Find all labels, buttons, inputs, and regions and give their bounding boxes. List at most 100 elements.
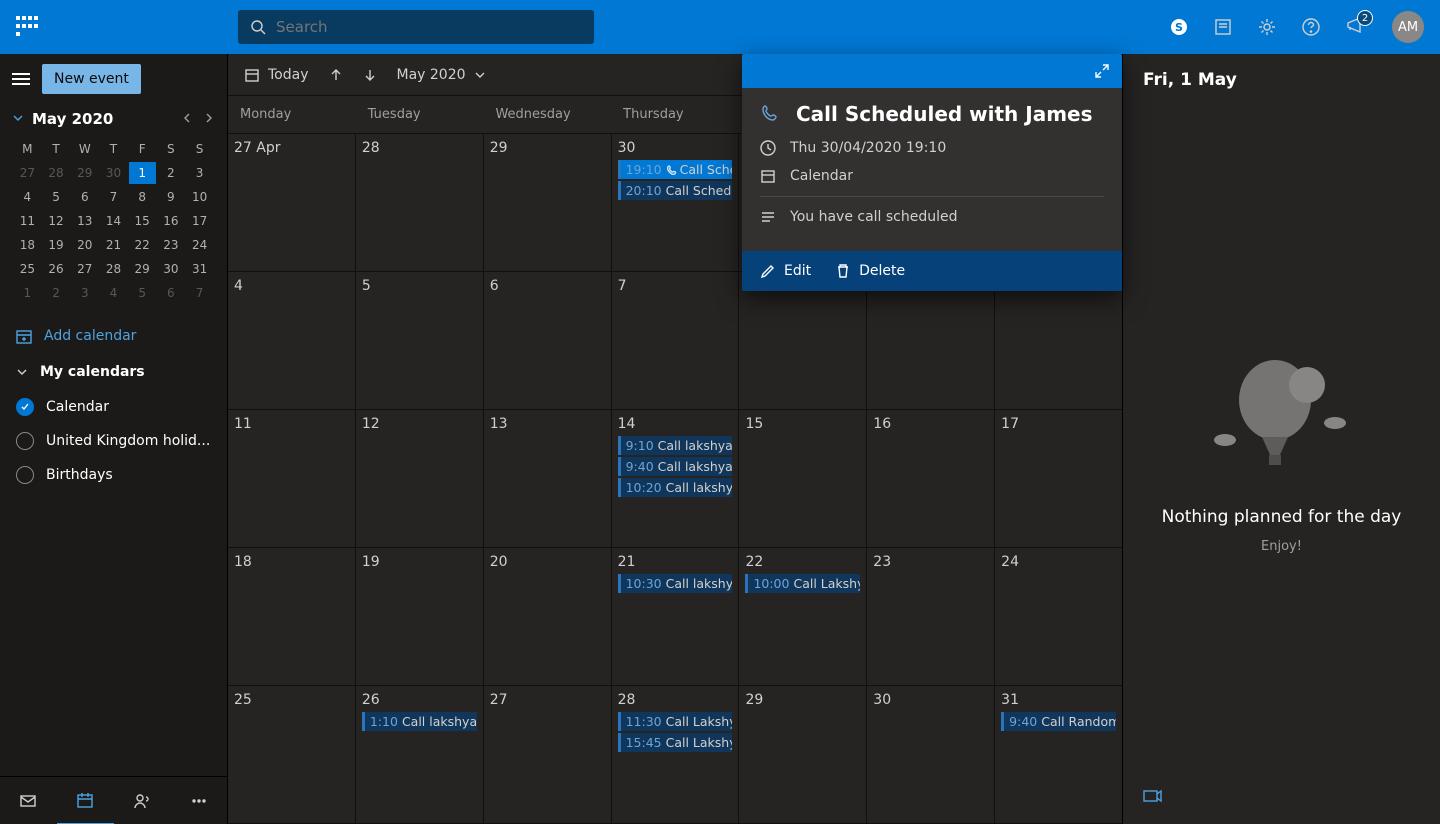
search-field[interactable]	[238, 10, 594, 44]
mini-prev-icon[interactable]	[183, 110, 195, 128]
mini-day[interactable]: 4	[100, 282, 127, 304]
calendar-event[interactable]: 10:30Call lakshya p	[618, 574, 733, 593]
delete-button[interactable]: Delete	[835, 263, 905, 279]
mini-day[interactable]: 26	[43, 258, 70, 280]
day-cell[interactable]: 30	[867, 686, 995, 823]
day-cell[interactable]: 12	[356, 410, 484, 547]
immersive-reader-icon[interactable]	[1143, 788, 1163, 808]
mini-day[interactable]: 2	[43, 282, 70, 304]
mini-day[interactable]: 23	[158, 234, 185, 256]
mini-day[interactable]: 27	[71, 258, 98, 280]
notes-icon[interactable]	[1214, 18, 1232, 36]
day-cell[interactable]: 7	[612, 272, 740, 409]
calendar-event[interactable]: 20:10Call Scheduled with James	[618, 181, 733, 200]
calendar-toggle[interactable]: Calendar	[0, 390, 227, 424]
app-launcher-icon[interactable]	[16, 16, 38, 38]
mini-day[interactable]: 12	[43, 210, 70, 232]
people-icon[interactable]	[114, 777, 171, 824]
day-cell[interactable]: 18	[228, 548, 356, 685]
day-cell[interactable]: 25	[228, 686, 356, 823]
day-cell[interactable]: 2210:00Call Lakshya	[739, 548, 867, 685]
day-cell[interactable]: 3019:10Call Scheduled with James20:10Cal…	[612, 134, 740, 271]
mini-day[interactable]: 19	[43, 234, 70, 256]
day-cell[interactable]: 27 Apr	[228, 134, 356, 271]
calendar-event[interactable]: 1:10Call lakshya pa	[362, 712, 477, 731]
new-event-button[interactable]: New event	[42, 64, 141, 94]
day-cell[interactable]: 9	[867, 272, 995, 409]
mini-day[interactable]: 31	[186, 258, 213, 280]
mail-icon[interactable]	[0, 777, 57, 824]
mini-day[interactable]: 2	[158, 162, 185, 184]
mini-day[interactable]: 21	[100, 234, 127, 256]
calendar-event[interactable]: 19:10Call Scheduled with James	[618, 160, 733, 179]
mini-day[interactable]: 15	[129, 210, 156, 232]
more-icon[interactable]	[170, 777, 227, 824]
mini-day[interactable]: 30	[158, 258, 185, 280]
skype-icon[interactable]: S	[1170, 18, 1188, 36]
mini-day[interactable]: 22	[129, 234, 156, 256]
mini-day[interactable]: 27	[14, 162, 41, 184]
calendar-toggle[interactable]: Birthdays	[0, 458, 227, 492]
mini-day[interactable]: 24	[186, 234, 213, 256]
day-cell[interactable]: 261:10Call lakshya pa	[356, 686, 484, 823]
day-cell[interactable]: 29	[739, 686, 867, 823]
expand-icon[interactable]	[1094, 63, 1110, 79]
calendar-event[interactable]: 15:45Call Lakshya	[618, 733, 733, 752]
calendar-event[interactable]: 9:10Call lakshya pa	[618, 436, 733, 455]
mini-day[interactable]: 29	[71, 162, 98, 184]
mini-day[interactable]: 3	[71, 282, 98, 304]
search-input[interactable]	[276, 18, 470, 36]
mini-day[interactable]: 3	[186, 162, 213, 184]
day-cell[interactable]: 6	[484, 272, 612, 409]
mini-day[interactable]: 7	[100, 186, 127, 208]
help-icon[interactable]	[1302, 18, 1320, 36]
mini-day[interactable]: 4	[14, 186, 41, 208]
nav-toggle-button[interactable]	[12, 70, 30, 88]
month-picker[interactable]: May 2020	[397, 67, 486, 83]
mini-next-icon[interactable]	[203, 110, 215, 128]
mini-day[interactable]: 5	[43, 186, 70, 208]
day-cell[interactable]: 29	[484, 134, 612, 271]
mini-day[interactable]: 17	[186, 210, 213, 232]
mini-day[interactable]: 29	[129, 258, 156, 280]
day-cell[interactable]: 2811:30Call Lakshya 15:45Call Lakshya	[612, 686, 740, 823]
mini-day[interactable]: 8	[129, 186, 156, 208]
next-period-button[interactable]	[363, 68, 377, 82]
day-cell[interactable]: 15	[739, 410, 867, 547]
mini-day[interactable]: 14	[100, 210, 127, 232]
mini-day[interactable]: 28	[100, 258, 127, 280]
mini-day[interactable]: 16	[158, 210, 185, 232]
calendar-event[interactable]: 10:20Call lakshya p	[618, 478, 733, 497]
mini-day[interactable]: 1	[14, 282, 41, 304]
day-cell[interactable]: 16	[867, 410, 995, 547]
mini-day[interactable]: 6	[158, 282, 185, 304]
settings-icon[interactable]	[1258, 18, 1276, 36]
calendar-event[interactable]: 9:40Call Random B	[1001, 712, 1116, 731]
mini-day[interactable]: 20	[71, 234, 98, 256]
today-button[interactable]: Today	[244, 67, 309, 83]
mini-day[interactable]: 7	[186, 282, 213, 304]
mini-day[interactable]: 6	[71, 186, 98, 208]
day-cell[interactable]: 20	[484, 548, 612, 685]
day-cell[interactable]: 19	[356, 548, 484, 685]
calendar-event[interactable]: 9:40Call lakshya pa	[618, 457, 733, 476]
day-cell[interactable]: 13	[484, 410, 612, 547]
my-calendars-section[interactable]: My calendars	[0, 354, 227, 390]
day-cell[interactable]: 319:40Call Random B	[995, 686, 1122, 823]
prev-period-button[interactable]	[329, 68, 343, 82]
day-cell[interactable]: 24	[995, 548, 1122, 685]
day-cell[interactable]: 5	[356, 272, 484, 409]
mini-day[interactable]: 28	[43, 162, 70, 184]
calendar-icon[interactable]	[57, 777, 114, 824]
day-cell[interactable]: 17	[995, 410, 1122, 547]
mini-day[interactable]: 25	[14, 258, 41, 280]
calendar-event[interactable]: 10:00Call Lakshya	[745, 574, 860, 593]
mini-day[interactable]: 1	[129, 162, 156, 184]
mini-day[interactable]: 13	[71, 210, 98, 232]
avatar[interactable]: AM	[1392, 11, 1424, 43]
mini-day[interactable]: 18	[14, 234, 41, 256]
day-cell[interactable]: 4	[228, 272, 356, 409]
add-calendar-link[interactable]: Add calendar	[0, 318, 227, 354]
day-cell[interactable]: 10	[995, 272, 1122, 409]
mini-day[interactable]: 30	[100, 162, 127, 184]
